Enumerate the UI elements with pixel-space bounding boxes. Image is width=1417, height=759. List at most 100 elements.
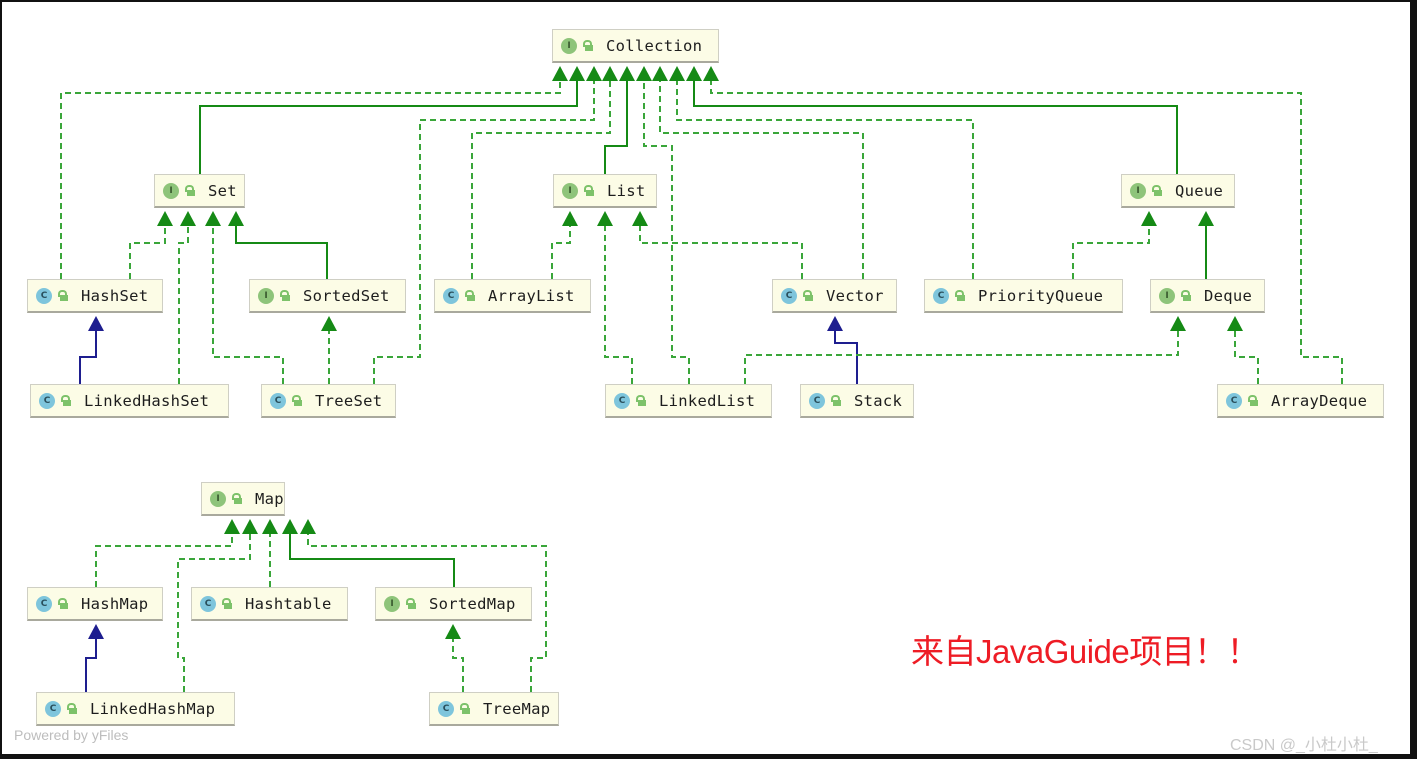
node-label: Collection (606, 36, 703, 55)
class-badge-icon: C (45, 700, 61, 717)
node-label: ArrayList (488, 286, 575, 305)
public-lock-icon (57, 597, 69, 610)
public-lock-icon (1180, 289, 1192, 302)
node-sortedset[interactable]: I SortedSet (249, 279, 406, 313)
public-lock-icon (954, 289, 966, 302)
class-badge-icon: C (614, 392, 630, 409)
interface-badge-icon: I (163, 182, 179, 199)
node-label: SortedMap (429, 594, 516, 613)
class-badge-icon: C (438, 700, 454, 717)
arrowhead-icon (88, 624, 104, 639)
node-linkedlist[interactable]: C LinkedList (605, 384, 772, 418)
arrowhead-icon (552, 66, 568, 81)
edge-line (676, 80, 974, 279)
node-label: LinkedList (659, 391, 756, 410)
arrowhead-icon (619, 66, 635, 81)
class-badge-icon: C (809, 392, 825, 409)
edge-linkedhashset-to-set (178, 211, 196, 384)
edge-line (452, 638, 464, 692)
interface-badge-icon: I (384, 595, 400, 612)
edge-hashset-to-set (129, 211, 173, 279)
public-lock-icon (635, 394, 647, 407)
node-list[interactable]: I List (553, 174, 657, 208)
public-lock-icon (464, 289, 476, 302)
arrowhead-icon (205, 211, 221, 226)
node-arraylist[interactable]: C ArrayList (434, 279, 591, 313)
arrowhead-icon (636, 66, 652, 81)
edge-line (199, 80, 578, 174)
edge-line (289, 533, 455, 587)
arrowhead-icon (602, 66, 618, 81)
arrowhead-icon (652, 66, 668, 81)
edge-priorityqueue-to-queue (1072, 211, 1157, 279)
public-lock-icon (583, 184, 595, 197)
interface-badge-icon: I (1130, 182, 1146, 199)
edge-line (834, 330, 858, 384)
node-priorityqueue[interactable]: C PriorityQueue (924, 279, 1123, 313)
arrowhead-icon (228, 211, 244, 226)
public-lock-icon (459, 702, 471, 715)
arrowhead-icon (242, 519, 258, 534)
node-linkedhashset[interactable]: C LinkedHashSet (30, 384, 229, 418)
arrowhead-icon (686, 66, 702, 81)
interface-badge-icon: I (1159, 287, 1175, 304)
public-lock-icon (1151, 184, 1163, 197)
node-label: Vector (826, 286, 884, 305)
node-label: Set (208, 181, 237, 200)
public-lock-icon (1247, 394, 1259, 407)
node-collection[interactable]: I Collection (552, 29, 719, 63)
interface-badge-icon: I (561, 37, 577, 54)
node-label: ArrayDeque (1271, 391, 1368, 410)
public-lock-icon (830, 394, 842, 407)
arrowhead-icon (300, 519, 316, 534)
edge-linkedlist-to-deque (744, 316, 1186, 384)
node-hashset[interactable]: C HashSet (27, 279, 163, 313)
node-arraydeque[interactable]: C ArrayDeque (1217, 384, 1384, 418)
arrowhead-icon (321, 316, 337, 331)
class-badge-icon: C (933, 287, 949, 304)
node-sortedmap[interactable]: I SortedMap (375, 587, 532, 621)
csdn-watermark: CSDN @_小杜小杜_ (1230, 737, 1378, 754)
node-label: TreeSet (315, 391, 383, 410)
edge-sortedset-to-set (228, 211, 328, 279)
edge-line (235, 225, 328, 279)
edge-arraylist-to-collection (471, 66, 618, 279)
node-stack[interactable]: C Stack (800, 384, 914, 418)
node-label: HashMap (81, 594, 149, 613)
public-lock-icon (291, 394, 303, 407)
arrowhead-icon (157, 211, 173, 226)
node-set[interactable]: I Set (154, 174, 245, 208)
node-linkedhashmap[interactable]: C LinkedHashMap (36, 692, 235, 726)
edge-line (129, 225, 166, 279)
node-map[interactable]: I Map (201, 482, 285, 516)
arrowhead-icon (1198, 211, 1214, 226)
interface-badge-icon: I (562, 182, 578, 199)
node-label: List (607, 181, 646, 200)
edge-deque-to-queue (1198, 211, 1214, 279)
node-label: Map (255, 489, 284, 508)
arrowhead-icon (445, 624, 461, 639)
edge-arraydeque-to-collection (703, 66, 1343, 384)
node-treeset[interactable]: C TreeSet (261, 384, 396, 418)
edge-stack-to-vector (827, 316, 858, 384)
edge-line (604, 80, 628, 174)
node-treemap[interactable]: C TreeMap (429, 692, 559, 726)
arrowhead-icon (597, 211, 613, 226)
arrowhead-icon (703, 66, 719, 81)
arrowhead-icon (282, 519, 298, 534)
node-label: Hashtable (245, 594, 332, 613)
node-queue[interactable]: I Queue (1121, 174, 1235, 208)
node-deque[interactable]: I Deque (1150, 279, 1265, 313)
class-badge-icon: C (1226, 392, 1242, 409)
class-badge-icon: C (36, 595, 52, 612)
node-vector[interactable]: C Vector (772, 279, 897, 313)
public-lock-icon (582, 39, 594, 52)
node-hashmap[interactable]: C HashMap (27, 587, 163, 621)
node-hashtable[interactable]: C Hashtable (191, 587, 348, 621)
arrowhead-icon (827, 316, 843, 331)
public-lock-icon (802, 289, 814, 302)
public-lock-icon (231, 492, 243, 505)
interface-badge-icon: I (258, 287, 274, 304)
edge-line (79, 330, 97, 384)
edge-line (1234, 330, 1259, 384)
